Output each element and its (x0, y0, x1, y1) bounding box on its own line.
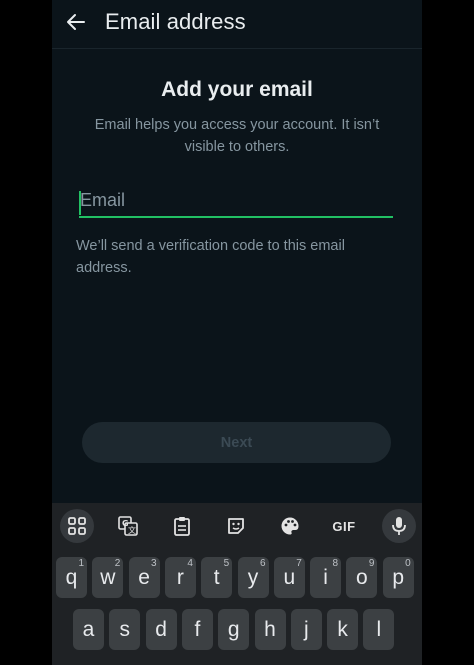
palette-icon[interactable] (273, 509, 307, 543)
email-field[interactable] (79, 188, 393, 218)
back-arrow-icon[interactable] (62, 8, 90, 36)
key-label: u (283, 565, 296, 589)
key-k[interactable]: k (327, 609, 359, 650)
key-i[interactable]: i8 (310, 557, 342, 598)
mic-icon[interactable] (382, 509, 416, 543)
key-l[interactable]: l (363, 609, 395, 650)
keyboard-toolbar: G 文 GIF (52, 503, 422, 549)
key-label: q (65, 565, 78, 589)
key-label: o (356, 565, 368, 589)
key-h[interactable]: h (254, 609, 286, 650)
key-label: h (264, 617, 276, 641)
key-p[interactable]: p0 (382, 557, 414, 598)
key-label: f (194, 617, 201, 641)
key-label: r (176, 565, 184, 589)
key-d[interactable]: d (145, 609, 177, 650)
keyboard: G 文 GIF q 1 w 2 e 3 r 4 t 5 y 6 u 7 i 8 … (52, 503, 422, 665)
key-label: d (155, 617, 167, 641)
helper-text: We’ll send a verification code to this e… (76, 238, 345, 276)
key-a[interactable]: a (73, 609, 104, 650)
gif-button[interactable]: GIF (327, 509, 361, 543)
description-text: Email helps you access your account. It … (94, 117, 380, 155)
next-button[interactable]: Next (82, 422, 391, 463)
key-e[interactable]: e3 (128, 557, 160, 598)
key-u[interactable]: u7 (273, 557, 305, 598)
apps-grid-icon[interactable] (60, 509, 94, 543)
key-number-hint: 5 (223, 558, 230, 569)
key-number-hint: 6 (259, 558, 266, 569)
clipboard-icon[interactable] (165, 509, 199, 543)
key-r[interactable]: r4 (164, 557, 196, 598)
key-label: e (138, 565, 150, 589)
gif-label: GIF (332, 518, 356, 534)
text-cursor (79, 191, 81, 215)
key-t[interactable]: t5 (201, 557, 233, 598)
key-label: l (376, 617, 382, 641)
key-label: i (323, 565, 328, 589)
key-j[interactable]: j (290, 609, 322, 650)
heading: Add your email (161, 78, 313, 101)
key-label: a (82, 617, 95, 641)
sticker-icon[interactable] (219, 509, 253, 543)
key-number-hint: 4 (187, 558, 193, 569)
key-o[interactable]: o9 (346, 557, 378, 598)
translate-icon[interactable]: G 文 (111, 509, 145, 543)
key-label: p (392, 565, 405, 589)
key-number-hint: 8 (332, 558, 339, 569)
key-label: s (119, 617, 131, 641)
key-number-hint: 3 (151, 558, 157, 569)
key-label: y (247, 565, 259, 589)
key-number-hint: 1 (78, 558, 84, 569)
phone-screen: Email address Add your email Email helps… (52, 0, 422, 665)
key-s[interactable]: s (109, 609, 141, 650)
key-number-hint: 9 (368, 558, 375, 569)
key-label: t (213, 565, 220, 589)
key-label: g (227, 617, 240, 641)
key-number-hint: 7 (296, 558, 302, 569)
key-g[interactable]: g (218, 609, 250, 650)
key-number-hint: 2 (114, 558, 121, 569)
svg-text:文: 文 (128, 525, 136, 535)
key-number-hint: 0 (405, 558, 411, 569)
key-label: w (100, 565, 116, 589)
key-label: j (303, 617, 309, 641)
key-y[interactable]: y6 (237, 557, 269, 598)
page-title: Email address (105, 9, 246, 34)
key-w[interactable]: w2 (92, 557, 124, 598)
key-label: k (337, 617, 348, 641)
app-bar: Email address (52, 0, 422, 49)
key-f[interactable]: f (181, 609, 213, 650)
key-q[interactable]: q1 (56, 557, 87, 598)
